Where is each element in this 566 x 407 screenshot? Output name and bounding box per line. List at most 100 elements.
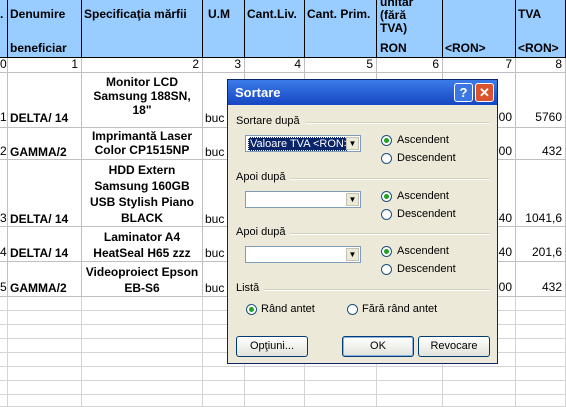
empty-cell[interactable] bbox=[203, 367, 245, 381]
row4-beneficiar[interactable]: DELTA/ 14 bbox=[8, 227, 82, 262]
empty-cell[interactable] bbox=[82, 311, 203, 325]
header-row-label[interactable]: Rând antet bbox=[261, 303, 315, 315]
empty-cell[interactable] bbox=[245, 395, 305, 407]
empty-cell[interactable] bbox=[8, 339, 82, 353]
empty-cell[interactable] bbox=[203, 381, 245, 395]
empty-cell[interactable] bbox=[516, 381, 566, 395]
sort3-descending-radio[interactable] bbox=[381, 264, 392, 275]
no-header-row-radio[interactable] bbox=[347, 304, 358, 315]
options-button[interactable]: Opţiuni... bbox=[236, 336, 308, 357]
row2-spec[interactable]: Imprimantă Laser Color CP1515NP bbox=[82, 128, 203, 160]
row2-nr[interactable]: 2 bbox=[0, 128, 8, 160]
empty-cell[interactable] bbox=[245, 367, 305, 381]
row3-beneficiar[interactable]: DELTA/ 14 bbox=[8, 160, 82, 227]
sort1-ascending-label[interactable]: Ascendent bbox=[397, 134, 449, 146]
row1-tva[interactable]: 5760 bbox=[516, 73, 566, 128]
then-by2-select[interactable]: ▼ bbox=[245, 246, 361, 263]
empty-cell[interactable] bbox=[0, 311, 8, 325]
empty-cell[interactable] bbox=[516, 339, 566, 353]
empty-cell[interactable] bbox=[516, 395, 566, 407]
empty-cell[interactable] bbox=[0, 367, 8, 381]
empty-cell[interactable] bbox=[377, 381, 443, 395]
empty-cell[interactable] bbox=[443, 381, 516, 395]
empty-cell[interactable] bbox=[82, 297, 203, 311]
row4-nr[interactable]: 4 bbox=[0, 227, 8, 262]
empty-cell[interactable] bbox=[8, 311, 82, 325]
sort3-descending-label[interactable]: Descendent bbox=[397, 263, 456, 275]
empty-cell[interactable] bbox=[203, 395, 245, 407]
sort2-ascending-label[interactable]: Ascendent bbox=[397, 190, 449, 202]
row5-tva[interactable]: 432 bbox=[516, 262, 566, 297]
empty-cell[interactable] bbox=[0, 339, 8, 353]
chevron-down-icon[interactable]: ▼ bbox=[346, 137, 359, 150]
close-button[interactable]: ✕ bbox=[475, 83, 494, 102]
row4-tva[interactable]: 201,6 bbox=[516, 227, 566, 262]
empty-cell[interactable] bbox=[377, 367, 443, 381]
empty-cell[interactable] bbox=[245, 381, 305, 395]
row3-tva[interactable]: 1041,6 bbox=[516, 160, 566, 227]
row5-spec[interactable]: Videoproiect Epson EB-S6 bbox=[82, 262, 203, 297]
then-by-select[interactable]: ▼ bbox=[245, 191, 361, 208]
sort1-ascending-radio[interactable] bbox=[381, 135, 392, 146]
row2-tva[interactable]: 432 bbox=[516, 128, 566, 160]
chevron-down-icon[interactable]: ▼ bbox=[346, 193, 359, 206]
sort3-ascending-label[interactable]: Ascendent bbox=[397, 245, 449, 257]
empty-cell[interactable] bbox=[443, 367, 516, 381]
empty-cell[interactable] bbox=[8, 367, 82, 381]
sort1-descending-radio[interactable] bbox=[381, 153, 392, 164]
header-pret-unitar[interactable]: unitar (fără TVA) RON bbox=[377, 0, 443, 58]
empty-cell[interactable] bbox=[0, 395, 8, 407]
sort2-descending-radio[interactable] bbox=[381, 209, 392, 220]
empty-cell[interactable] bbox=[8, 353, 82, 367]
help-button[interactable]: ? bbox=[454, 83, 473, 102]
empty-cell[interactable] bbox=[8, 297, 82, 311]
header-valoare[interactable]: <RON> bbox=[443, 0, 516, 58]
empty-cell[interactable] bbox=[0, 353, 8, 367]
row2-beneficiar[interactable]: GAMMA/2 bbox=[8, 128, 82, 160]
empty-cell[interactable] bbox=[8, 325, 82, 339]
empty-cell[interactable] bbox=[82, 367, 203, 381]
row1-spec[interactable]: Monitor LCD Samsung 188SN, 18" bbox=[82, 73, 203, 128]
chevron-down-icon[interactable]: ▼ bbox=[346, 248, 359, 261]
empty-cell[interactable] bbox=[305, 395, 377, 407]
empty-cell[interactable] bbox=[82, 395, 203, 407]
empty-cell[interactable] bbox=[82, 339, 203, 353]
empty-cell[interactable] bbox=[516, 353, 566, 367]
empty-cell[interactable] bbox=[305, 367, 377, 381]
row3-spec[interactable]: HDD Extern Samsung 160GB USB Stylish Pia… bbox=[82, 160, 203, 227]
header-beneficiar[interactable]: Denumire beneficiar bbox=[8, 0, 82, 58]
sort-by-select[interactable]: Valoare TVA <RON> ▼ bbox=[245, 135, 361, 152]
header-cant-prim[interactable]: Cant. Prim. bbox=[305, 0, 377, 58]
sort2-descending-label[interactable]: Descendent bbox=[397, 208, 456, 220]
empty-cell[interactable] bbox=[8, 381, 82, 395]
empty-cell[interactable] bbox=[8, 395, 82, 407]
row5-beneficiar[interactable]: GAMMA/2 bbox=[8, 262, 82, 297]
empty-cell[interactable] bbox=[0, 297, 8, 311]
empty-cell[interactable] bbox=[0, 325, 8, 339]
empty-cell[interactable] bbox=[516, 297, 566, 311]
header-spec[interactable]: Specificaţia mărfii bbox=[82, 0, 203, 58]
ok-button[interactable]: OK bbox=[342, 336, 414, 357]
row1-beneficiar[interactable]: DELTA/ 14 bbox=[8, 73, 82, 128]
empty-cell[interactable] bbox=[516, 367, 566, 381]
empty-cell[interactable] bbox=[516, 311, 566, 325]
row3-nr[interactable]: 3 bbox=[0, 160, 8, 227]
empty-cell[interactable] bbox=[377, 395, 443, 407]
empty-cell[interactable] bbox=[516, 325, 566, 339]
header-cant-liv[interactable]: Cant.Liv. bbox=[245, 0, 305, 58]
header-row-radio[interactable] bbox=[246, 304, 257, 315]
cancel-button[interactable]: Revocare bbox=[418, 336, 490, 357]
row1-nr[interactable]: 1 bbox=[0, 73, 8, 128]
empty-cell[interactable] bbox=[443, 395, 516, 407]
header-um[interactable]: U.M bbox=[203, 0, 245, 58]
sort1-descending-label[interactable]: Descendent bbox=[397, 152, 456, 164]
sort2-ascending-radio[interactable] bbox=[381, 191, 392, 202]
empty-cell[interactable] bbox=[0, 381, 8, 395]
sort3-ascending-radio[interactable] bbox=[381, 246, 392, 257]
header-col0[interactable]: . bbox=[0, 0, 8, 58]
header-tva[interactable]: TVA <RON> bbox=[516, 0, 566, 58]
dialog-titlebar[interactable]: Sortare ? ✕ bbox=[228, 80, 497, 105]
row4-spec[interactable]: Laminator A4 HeatSeal H65 zzz bbox=[82, 227, 203, 262]
empty-cell[interactable] bbox=[82, 381, 203, 395]
row5-nr[interactable]: 5 bbox=[0, 262, 8, 297]
